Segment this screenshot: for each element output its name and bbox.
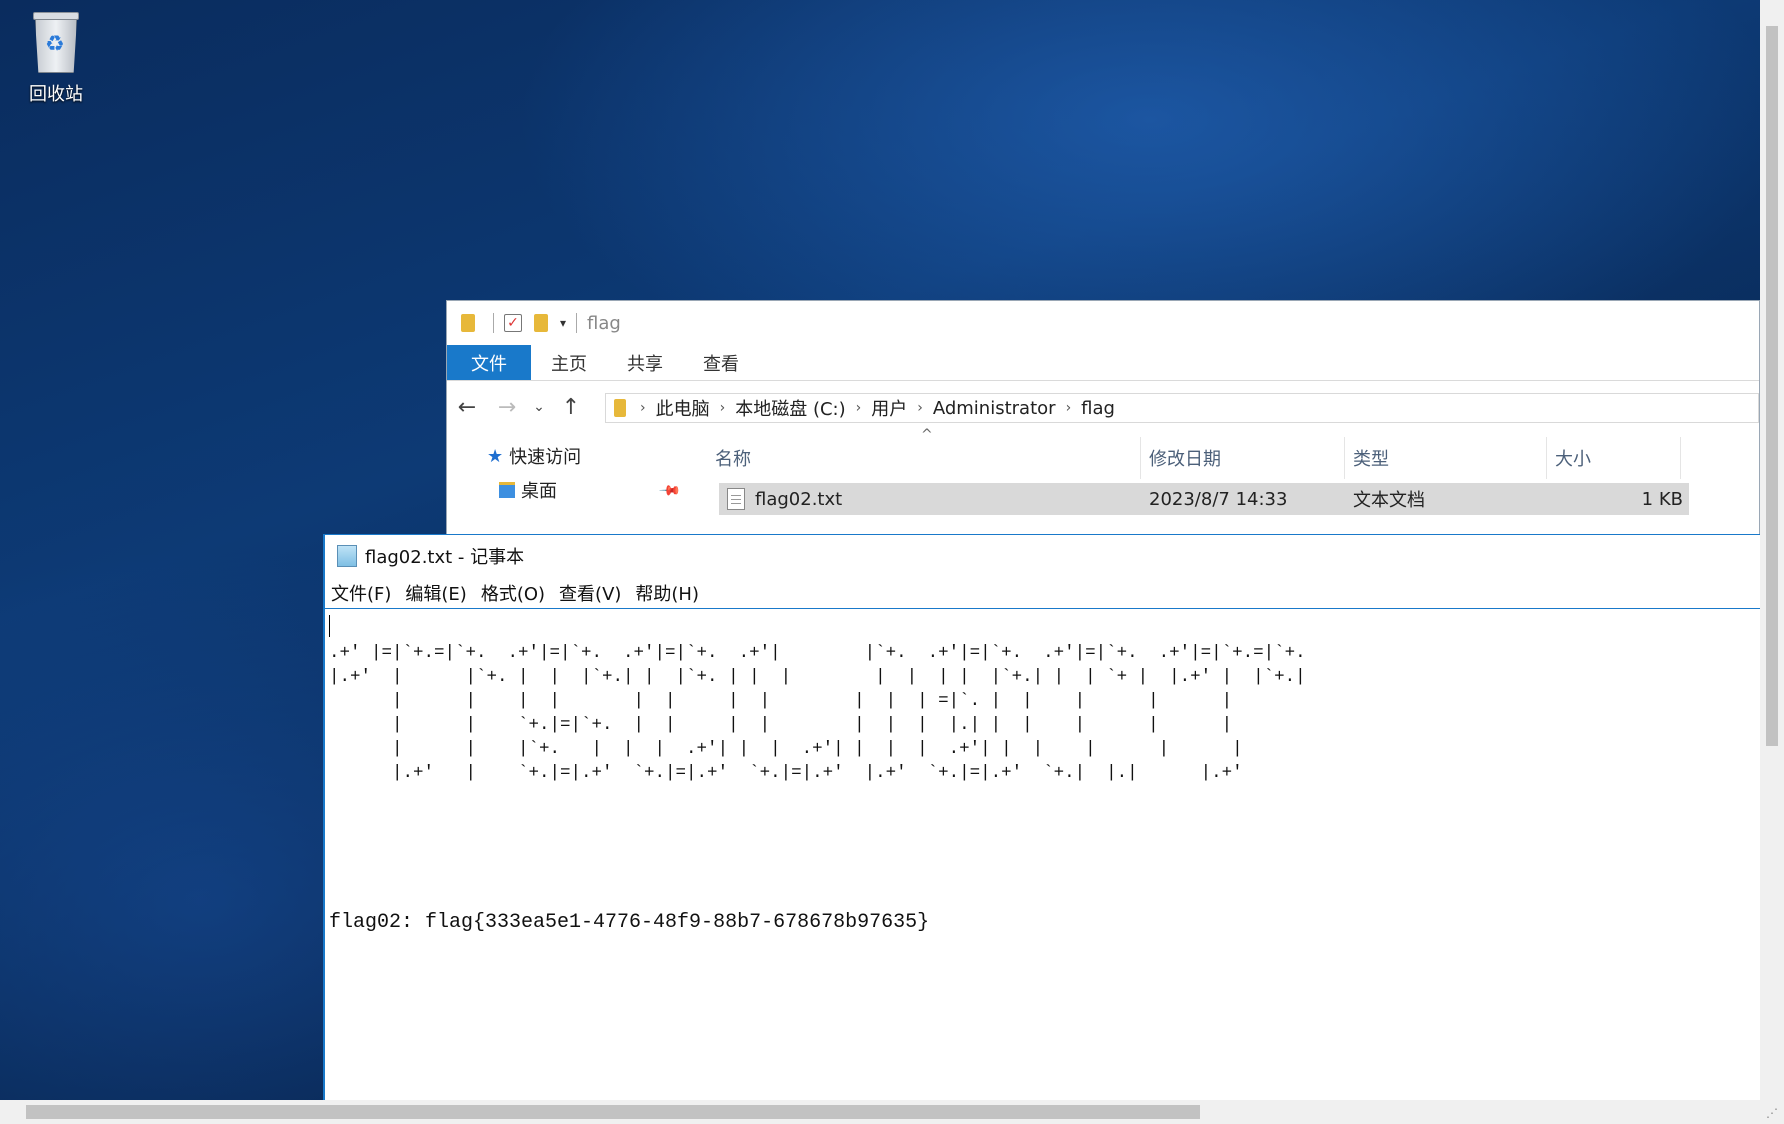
nav-desktop-label: 桌面: [521, 481, 557, 502]
pin-icon[interactable]: 📌: [658, 479, 682, 503]
tab-view[interactable]: 查看: [683, 345, 759, 380]
navigation-pane: ★ 快速访问 桌面 📌: [447, 431, 687, 537]
menu-file[interactable]: 文件(F): [331, 580, 391, 606]
star-icon: ★: [487, 445, 504, 467]
file-modified: 2023/8/7 14:33: [1149, 488, 1288, 510]
horizontal-scrollbar[interactable]: [0, 1100, 1760, 1124]
nav-desktop[interactable]: 桌面: [499, 477, 557, 503]
notepad-title: flag02.txt - 记事本: [365, 547, 525, 568]
file-type: 文本文档: [1353, 490, 1425, 511]
text-file-icon: [727, 488, 745, 510]
file-name: flag02.txt: [755, 488, 843, 510]
folder-icon: [461, 314, 475, 332]
chevron-right-icon[interactable]: ›: [856, 400, 862, 416]
menu-edit[interactable]: 编辑(E): [405, 580, 466, 606]
file-list: 名称 修改日期 类型 大小 flag02.txt 2023/8/7 14:33 …: [707, 437, 1759, 537]
customize-toolbar-chevron-icon[interactable]: ▾: [560, 316, 566, 330]
address-bar-row: ← → ⌄ ↑ › 此电脑 › 本地磁盘 (C:) › 用户 › Adminis…: [447, 385, 1759, 429]
breadcrumb-local-disk[interactable]: 本地磁盘 (C:): [735, 395, 845, 421]
vertical-scrollbar-thumb[interactable]: [1766, 26, 1778, 746]
flag-text-line: flag02: flag{333ea5e1-4776-48f9-88b7-678…: [329, 911, 930, 934]
text-cursor: [329, 615, 330, 637]
new-folder-icon[interactable]: [534, 314, 548, 332]
nav-quick-access[interactable]: ★ 快速访问: [487, 443, 581, 469]
resize-grip-icon[interactable]: ⋰: [1766, 1106, 1778, 1120]
breadcrumb[interactable]: › 此电脑 › 本地磁盘 (C:) › 用户 › Administrator ›…: [605, 393, 1759, 423]
back-arrow-icon[interactable]: ←: [447, 395, 487, 420]
divider: [493, 313, 494, 333]
column-header-type[interactable]: 类型: [1345, 437, 1547, 479]
column-header-name[interactable]: 名称: [707, 437, 1141, 479]
breadcrumb-this-pc[interactable]: 此电脑: [656, 395, 710, 421]
tab-file[interactable]: 文件: [447, 345, 531, 380]
notepad-title-bar: flag02.txt - 记事本: [325, 535, 1760, 577]
chevron-right-icon[interactable]: ›: [720, 400, 726, 416]
breadcrumb-flag[interactable]: flag: [1081, 398, 1115, 419]
ribbon-tabs: 文件 主页 共享 查看: [447, 345, 1759, 381]
properties-icon[interactable]: ✓: [504, 314, 522, 332]
menu-format[interactable]: 格式(O): [481, 580, 545, 606]
tab-home[interactable]: 主页: [531, 345, 607, 380]
quick-access-toolbar: ✓ ▾ flag: [447, 301, 1759, 345]
menu-help[interactable]: 帮助(H): [635, 580, 699, 606]
divider: [576, 313, 578, 333]
recycle-bin-shortcut[interactable]: ♻ 回收站: [14, 8, 98, 108]
desktop-folder-icon: [499, 482, 515, 498]
menu-view[interactable]: 查看(V): [559, 580, 621, 606]
notepad-window: flag02.txt - 记事本 文件(F) 编辑(E) 格式(O) 查看(V)…: [323, 534, 1760, 1100]
text-editor-area[interactable]: .+' |=|`+.=|`+. .+'|=|`+. .+'|=|`+. .+'|…: [327, 611, 1760, 1100]
column-header-modified[interactable]: 修改日期: [1141, 437, 1345, 479]
file-size: 1 KB: [1641, 488, 1683, 510]
up-arrow-icon[interactable]: ↑: [551, 395, 591, 420]
column-header-size[interactable]: 大小: [1547, 437, 1681, 479]
recycle-bin-label: 回收站: [29, 84, 83, 105]
recent-locations-chevron-icon[interactable]: ⌄: [527, 399, 551, 415]
recycle-bin-icon: ♻: [29, 12, 83, 74]
folder-icon: [614, 399, 626, 417]
ascii-art-text: .+' |=|`+.=|`+. .+'|=|`+. .+'|=|`+. .+'|…: [329, 643, 1306, 783]
file-row[interactable]: flag02.txt 2023/8/7 14:33 文本文档 1 KB: [719, 483, 1689, 515]
window-title: flag: [587, 312, 621, 334]
file-explorer-window: ✓ ▾ flag 文件 主页 共享 查看 ← → ⌄ ↑ › 此电脑 › 本地磁…: [446, 300, 1760, 536]
notepad-icon: [337, 545, 357, 567]
notepad-menu-bar: 文件(F) 编辑(E) 格式(O) 查看(V) 帮助(H): [325, 577, 1760, 609]
horizontal-scrollbar-thumb[interactable]: [26, 1105, 1200, 1119]
chevron-right-icon[interactable]: ›: [917, 400, 923, 416]
vertical-scrollbar[interactable]: [1760, 0, 1784, 1124]
forward-arrow-icon[interactable]: →: [487, 395, 527, 420]
nav-quick-access-label: 快速访问: [509, 447, 582, 468]
breadcrumb-users[interactable]: 用户: [871, 395, 907, 421]
breadcrumb-administrator[interactable]: Administrator: [933, 398, 1056, 419]
chevron-right-icon[interactable]: ›: [1066, 400, 1072, 416]
tab-share[interactable]: 共享: [607, 345, 683, 380]
chevron-right-icon[interactable]: ›: [640, 400, 646, 416]
